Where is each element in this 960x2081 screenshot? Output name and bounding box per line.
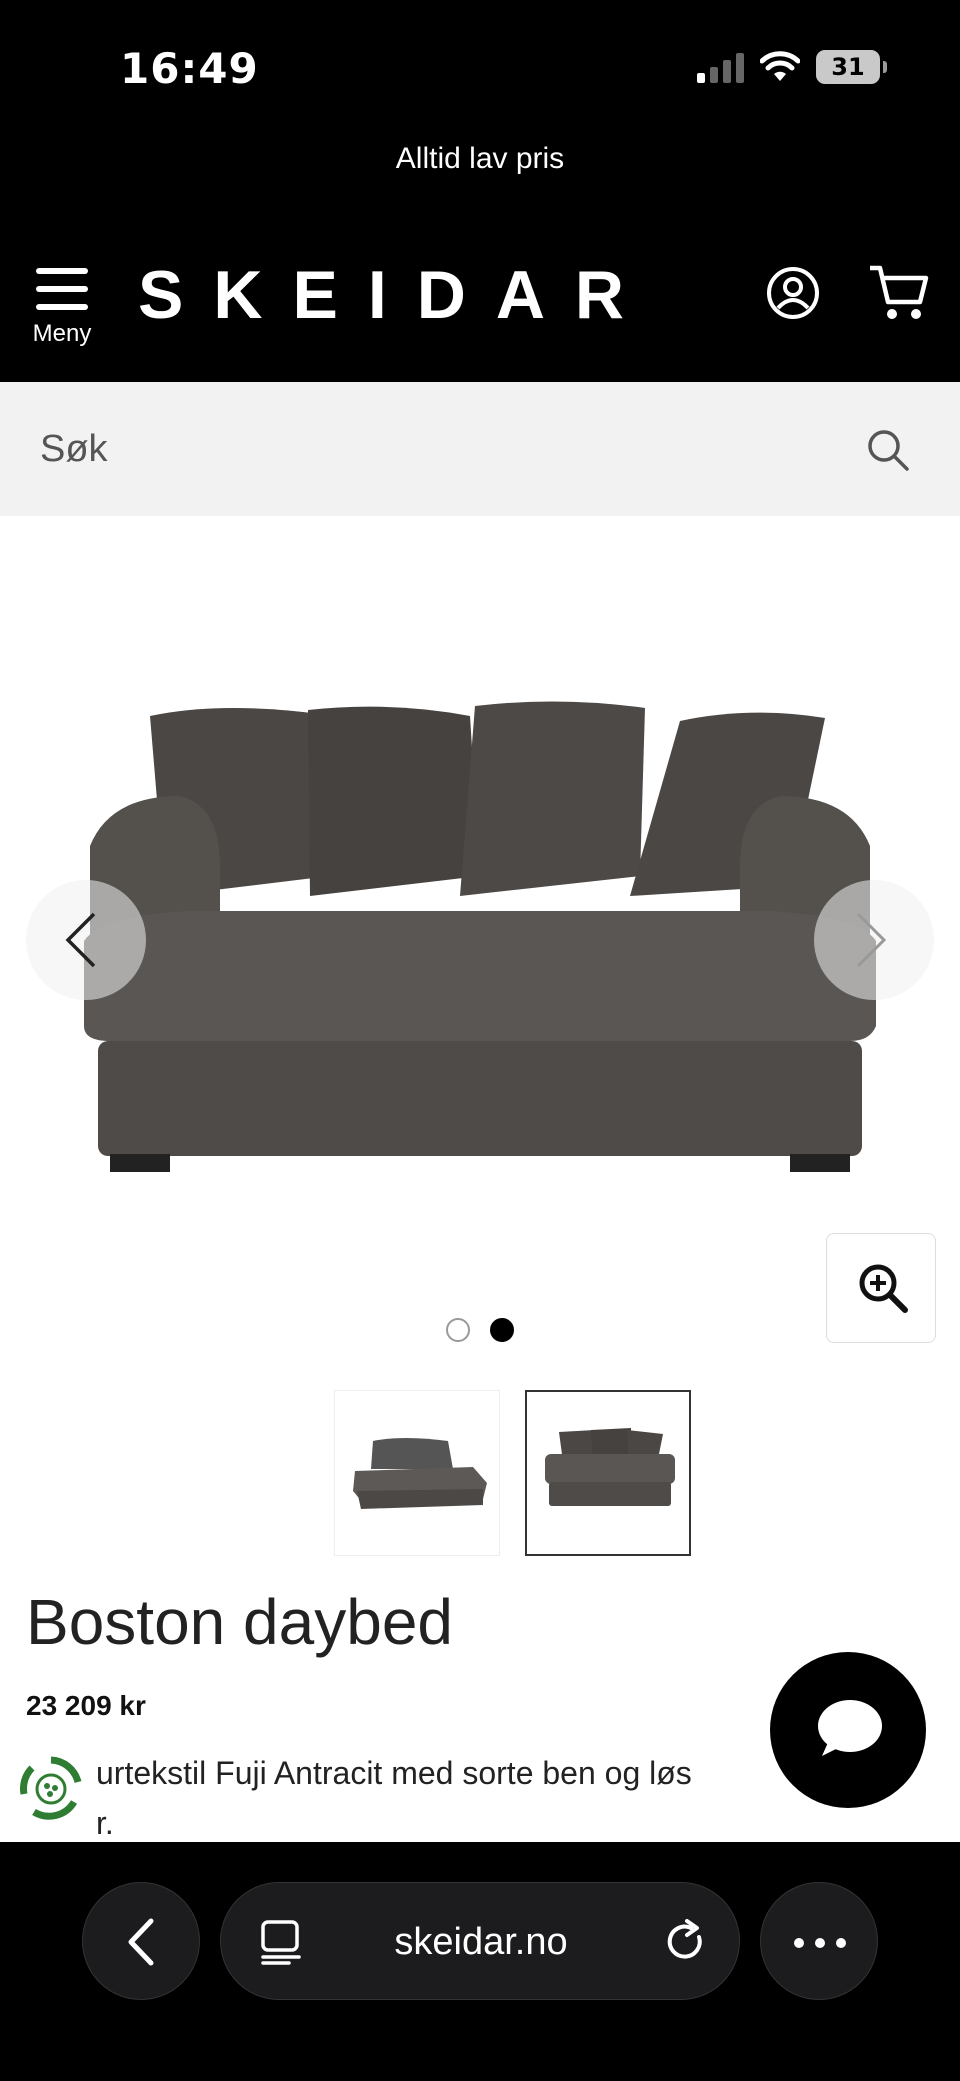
product-image-sofa[interactable] bbox=[70, 696, 890, 1196]
top-header: 16:49 31 Alltid lav pris Meny SKEIDAR bbox=[0, 0, 960, 382]
menu-button[interactable]: Meny bbox=[30, 268, 94, 348]
menu-label: Meny bbox=[32, 320, 92, 347]
zoom-in-icon bbox=[859, 1264, 908, 1313]
chat-button[interactable] bbox=[770, 1652, 926, 1808]
status-time: 16:49 bbox=[120, 44, 259, 93]
search-bar bbox=[0, 382, 960, 516]
product-price: 23 209 kr bbox=[26, 1690, 146, 1721]
hamburger-icon bbox=[36, 268, 88, 310]
battery-icon: 31 bbox=[816, 50, 887, 84]
thumbnail-2[interactable] bbox=[525, 1390, 691, 1556]
account-icon[interactable] bbox=[766, 266, 820, 320]
search-icon[interactable] bbox=[866, 428, 910, 472]
zoom-button[interactable] bbox=[826, 1233, 936, 1343]
chevron-left-icon bbox=[65, 912, 96, 968]
thumbnail-image-sofa-front bbox=[545, 1428, 675, 1506]
search-input[interactable] bbox=[0, 382, 960, 516]
browser-back-button[interactable] bbox=[82, 1882, 200, 2000]
wifi-icon bbox=[760, 51, 800, 81]
product-title: Boston daybed bbox=[26, 1586, 453, 1658]
carousel-dot-1[interactable] bbox=[446, 1318, 470, 1342]
recycle-eco-icon[interactable] bbox=[16, 1754, 86, 1824]
cart-icon[interactable] bbox=[868, 264, 930, 322]
cellular-signal-icon bbox=[697, 51, 744, 83]
thumbnail-1[interactable] bbox=[334, 1390, 500, 1556]
thumbnail-image-sofa-angle bbox=[353, 1438, 487, 1509]
chat-bubble-icon bbox=[818, 1700, 882, 1756]
description-line-1: urtekstil Fuji Antracit med sorte ben og… bbox=[96, 1755, 692, 1791]
carousel-dots bbox=[446, 1318, 514, 1342]
address-bar[interactable]: skeidar.no bbox=[220, 1882, 740, 2000]
skeidar-logo[interactable]: SKEIDAR bbox=[138, 256, 654, 334]
product-description: urtekstil Fuji Antracit med sorte ben og… bbox=[96, 1748, 796, 1848]
previous-image-button[interactable] bbox=[26, 880, 146, 1000]
chevron-left-icon bbox=[128, 1918, 154, 1966]
description-line-2: r. bbox=[96, 1805, 114, 1841]
reload-icon[interactable] bbox=[665, 1919, 709, 1965]
status-icons: 31 bbox=[697, 50, 887, 84]
promo-banner[interactable]: Alltid lav pris bbox=[0, 142, 960, 176]
more-dots-icon bbox=[794, 1938, 804, 1948]
carousel-dot-2[interactable] bbox=[490, 1318, 514, 1342]
product-gallery bbox=[0, 516, 960, 1566]
chevron-right-icon bbox=[856, 912, 887, 968]
url-text: skeidar.no bbox=[394, 1921, 568, 1963]
browser-more-button[interactable] bbox=[760, 1882, 878, 2000]
browser-toolbar: skeidar.no bbox=[0, 1842, 960, 2081]
next-image-button[interactable] bbox=[814, 880, 934, 1000]
